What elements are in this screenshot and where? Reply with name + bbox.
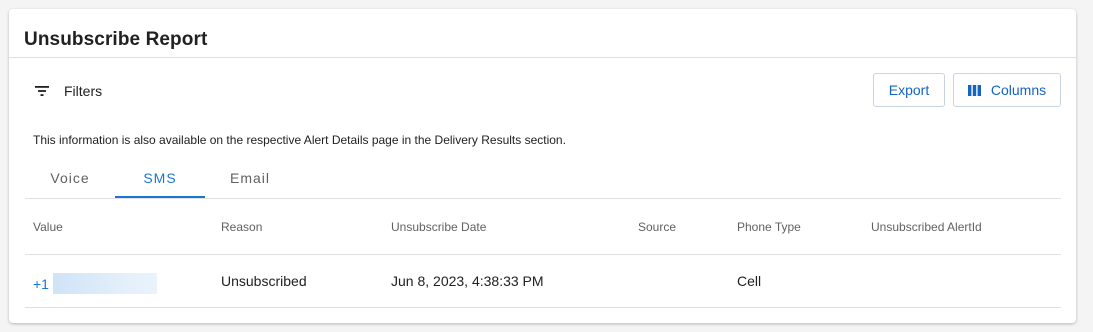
column-header-unsubscribe-date[interactable]: Unsubscribe Date <box>391 220 486 234</box>
card-header: Unsubscribe Report <box>9 9 1076 58</box>
row-reason: Unsubscribed <box>221 273 307 289</box>
filter-list-icon <box>35 86 49 96</box>
column-header-source[interactable]: Source <box>638 220 676 234</box>
header-divider <box>25 254 1061 255</box>
row-unsubscribe-date: Jun 8, 2023, 4:38:33 PM <box>391 273 544 289</box>
row-divider <box>25 307 1061 308</box>
export-button[interactable]: Export <box>873 73 945 107</box>
column-header-reason[interactable]: Reason <box>221 220 262 234</box>
columns-button[interactable]: Columns <box>953 73 1061 107</box>
column-header-unsubscribed-alertid[interactable]: Unsubscribed AlertId <box>871 220 982 234</box>
column-header-phone-type[interactable]: Phone Type <box>737 220 801 234</box>
page-title: Unsubscribe Report <box>24 29 208 50</box>
row-value-link[interactable]: +1 <box>33 273 157 294</box>
columns-label: Columns <box>990 82 1047 98</box>
tab-sms[interactable]: SMS <box>115 157 205 199</box>
redacted-phone-number <box>52 273 157 294</box>
tabs-divider <box>25 198 1061 199</box>
tab-email[interactable]: Email <box>205 157 295 199</box>
info-text: This information is also available on th… <box>33 133 566 147</box>
unsubscribe-report-card: Unsubscribe Report Filters Export Column… <box>9 9 1076 323</box>
column-header-value[interactable]: Value <box>33 220 63 234</box>
filters-button[interactable]: Filters <box>33 79 102 103</box>
tab-voice[interactable]: Voice <box>25 157 115 199</box>
phone-prefix: +1 <box>33 275 49 292</box>
filters-label: Filters <box>64 83 103 99</box>
view-columns-icon <box>967 84 981 96</box>
row-phone-type: Cell <box>737 273 762 289</box>
